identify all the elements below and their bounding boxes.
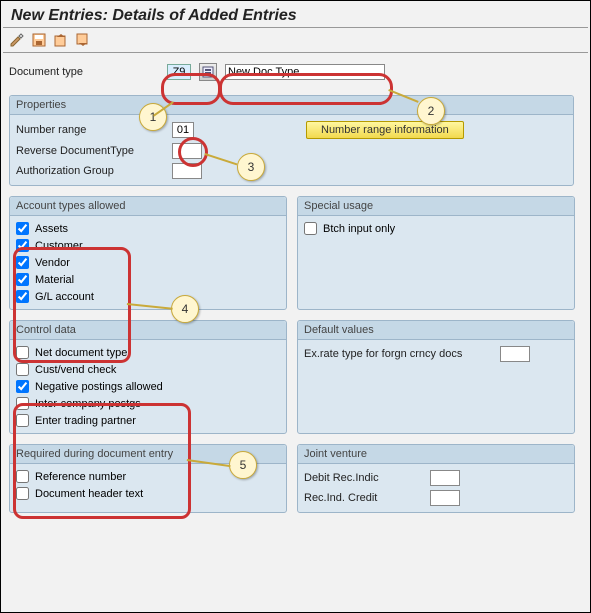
joint-venture-group: Joint venture Debit Rec.Indic Rec.Ind. C… [297, 444, 575, 513]
control-data-checkbox[interactable] [16, 346, 29, 359]
list-item: Inter-company postgs [16, 395, 280, 412]
doc-type-input[interactable] [167, 64, 191, 80]
reverse-doc-type-label: Reverse DocumentType [16, 145, 166, 157]
default-values-group: Default values Ex.rate type for forgn cr… [297, 320, 575, 434]
ex-rate-input[interactable] [500, 346, 530, 362]
list-item: Net document type [16, 344, 280, 361]
doc-type-label: Document type [9, 66, 159, 78]
account-type-checkbox[interactable] [16, 222, 29, 235]
prev-icon[interactable] [53, 32, 69, 48]
doc-type-row: Document type [1, 61, 590, 83]
list-item: Document header text [16, 485, 280, 502]
control-data-label: Net document type [35, 347, 280, 359]
control-data-checkbox[interactable] [16, 397, 29, 410]
required-entry-title: Required during document entry [10, 445, 286, 464]
control-data-checkbox[interactable] [16, 363, 29, 376]
required-entry-label: Document header text [35, 488, 280, 500]
next-icon[interactable] [75, 32, 91, 48]
required-entry-checkbox[interactable] [16, 487, 29, 500]
properties-title: Properties [10, 96, 573, 115]
required-entry-group: Required during document entry Reference… [9, 444, 287, 513]
number-range-input[interactable] [172, 122, 194, 138]
required-entry-label: Reference number [35, 471, 280, 483]
account-type-label: Vendor [35, 257, 280, 269]
account-types-title: Account types allowed [10, 197, 286, 216]
joint-venture-title: Joint venture [298, 445, 574, 464]
credit-rec-label: Rec.Ind. Credit [304, 492, 424, 504]
account-type-label: Material [35, 274, 280, 286]
page-title: New Entries: Details of Added Entries [1, 1, 590, 27]
control-data-label: Inter-company postgs [35, 398, 280, 410]
account-type-label: Assets [35, 223, 280, 235]
special-usage-checkbox[interactable] [304, 222, 317, 235]
special-usage-group: Special usage Btch input only [297, 196, 575, 310]
control-data-group: Control data Net document type Cust/vend … [9, 320, 287, 434]
list-item: G/L account [16, 288, 280, 305]
list-item: Customer [16, 237, 280, 254]
list-item: Material [16, 271, 280, 288]
save-icon[interactable] [31, 32, 47, 48]
account-type-label: G/L account [35, 291, 280, 303]
ex-rate-label: Ex.rate type for forgn crncy docs [304, 348, 494, 360]
list-item: Cust/vend check [16, 361, 280, 378]
special-usage-label: Btch input only [323, 223, 568, 235]
account-type-checkbox[interactable] [16, 290, 29, 303]
control-data-label: Cust/vend check [35, 364, 280, 376]
debit-rec-label: Debit Rec.Indic [304, 472, 424, 484]
control-data-label: Negative postings allowed [35, 381, 280, 393]
auth-group-label: Authorization Group [16, 165, 166, 177]
debit-rec-input[interactable] [430, 470, 460, 486]
control-data-title: Control data [10, 321, 286, 340]
list-item: Negative postings allowed [16, 378, 280, 395]
auth-group-input[interactable] [172, 163, 202, 179]
account-type-checkbox[interactable] [16, 239, 29, 252]
required-entry-checkbox[interactable] [16, 470, 29, 483]
list-item: Vendor [16, 254, 280, 271]
list-item: Assets [16, 220, 280, 237]
properties-group: Properties Number range Number range inf… [9, 95, 574, 186]
toolbar [1, 28, 590, 52]
control-data-checkbox[interactable] [16, 380, 29, 393]
control-data-checkbox[interactable] [16, 414, 29, 427]
special-usage-title: Special usage [298, 197, 574, 216]
credit-rec-input[interactable] [430, 490, 460, 506]
account-type-label: Customer [35, 240, 280, 252]
change-icon[interactable] [9, 32, 25, 48]
list-item: Btch input only [304, 220, 568, 237]
doc-type-desc-input[interactable] [225, 64, 385, 80]
account-types-group: Account types allowed Assets Customer Vend… [9, 196, 287, 310]
f4-help-icon[interactable] [199, 63, 217, 81]
control-data-label: Enter trading partner [35, 415, 280, 427]
default-values-title: Default values [298, 321, 574, 340]
reverse-doc-type-input[interactable] [172, 143, 202, 159]
list-item: Reference number [16, 468, 280, 485]
account-type-checkbox[interactable] [16, 256, 29, 269]
number-range-label: Number range [16, 124, 166, 136]
account-type-checkbox[interactable] [16, 273, 29, 286]
number-range-info-button[interactable]: Number range information [306, 121, 464, 139]
list-item: Enter trading partner [16, 412, 280, 429]
